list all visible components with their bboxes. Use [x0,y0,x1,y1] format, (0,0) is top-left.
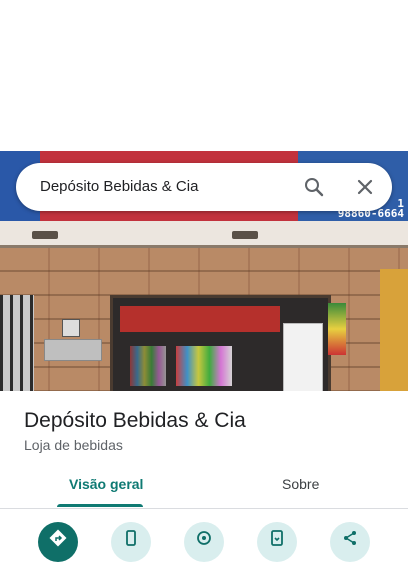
store-interior-wall [120,306,280,332]
product-shelf [176,346,232,386]
search-bar[interactable]: Depósito Bebidas & Cia [16,163,392,211]
lamp [32,231,58,239]
place-tabs: Visão geral Sobre [0,470,408,509]
neighbor-building [380,269,408,391]
close-icon[interactable] [353,175,377,199]
directions-icon [49,529,67,547]
share-icon [344,531,356,545]
tab-about[interactable]: Sobre [282,476,319,492]
send-to-phone-button[interactable] [257,522,297,562]
tab-overview[interactable]: Visão geral [69,476,143,492]
electric-meter [62,319,80,337]
place-title: Depósito Bebidas & Cia [24,409,246,432]
refrigerator [283,323,323,391]
directions-button[interactable] [38,522,78,562]
save-to-phone-icon [271,530,283,546]
nearby-button[interactable] [184,522,224,562]
lamp [232,231,258,239]
phone-icon [126,530,136,546]
search-icon[interactable] [302,175,326,199]
storefront-eave [0,221,408,248]
wall-poster [328,303,346,355]
share-button[interactable] [330,522,370,562]
search-query[interactable]: Depósito Bebidas & Cia [40,178,198,195]
product-shelf [130,346,166,386]
active-tab-indicator [57,504,143,507]
location-pin-icon [197,531,211,545]
wall-panel [44,339,102,361]
call-button[interactable] [111,522,151,562]
place-category: Loja de bebidas [24,437,123,453]
map-blank-area [0,0,408,151]
window-grille [0,295,34,391]
